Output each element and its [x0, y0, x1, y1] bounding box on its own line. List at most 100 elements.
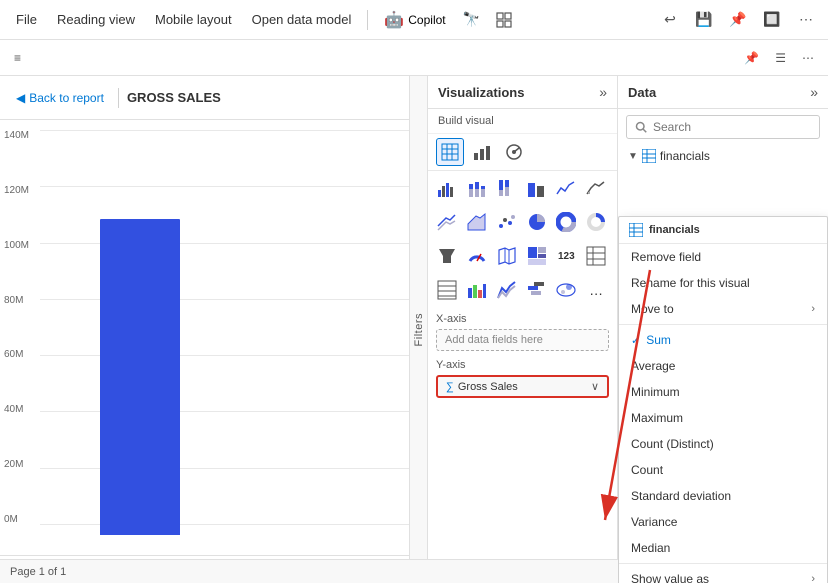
show-value-arrow-icon: › [811, 573, 815, 583]
move-to-label: Move to [631, 302, 674, 316]
context-menu-remove-field[interactable]: Remove field [619, 244, 827, 270]
context-menu-count-distinct[interactable]: Count (Distinct) [619, 431, 827, 457]
viz-grid-bar-clustered[interactable] [434, 175, 460, 201]
viz-grid-column[interactable] [524, 175, 550, 201]
viz-grid-donut[interactable] [553, 209, 579, 235]
menu-reading-view[interactable]: Reading view [49, 8, 143, 31]
viz-grid-table2[interactable] [583, 243, 609, 269]
chart-bar-gross-sales[interactable] [100, 219, 180, 535]
more-icon: ⋯ [802, 51, 814, 65]
toolbar-more[interactable]: ⋯ [796, 48, 820, 68]
toolbar-collapse[interactable]: ≡ [8, 48, 27, 68]
find-icon-btn[interactable]: 🔭 [458, 6, 486, 34]
show-value-as-label: Show value as [631, 572, 709, 583]
context-menu-count[interactable]: Count [619, 457, 827, 483]
header-divider [118, 88, 119, 108]
viz-grid-funnel[interactable] [434, 243, 460, 269]
context-menu-move-to[interactable]: Move to › [619, 296, 827, 322]
viz-grid-donut2[interactable] [583, 209, 609, 235]
viz-grid-row3: 123 [428, 239, 617, 273]
search-icon [635, 121, 647, 133]
viz-grid-map[interactable] [494, 243, 520, 269]
menu-open-data-model[interactable]: Open data model [244, 8, 360, 31]
viz-grid-map2[interactable] [553, 277, 579, 303]
median-label: Median [631, 541, 670, 555]
x-axis-section: X-axis Add data fields here [436, 313, 609, 351]
viz-collapse-btn[interactable]: » [599, 84, 607, 100]
y-axis-field-tag[interactable]: ∑ Gross Sales ∨ [436, 375, 609, 398]
context-menu-minimum[interactable]: Minimum [619, 379, 827, 405]
copilot-button[interactable]: 🤖 Copilot [376, 6, 453, 34]
y-label-20m: 20M [4, 459, 29, 470]
viz-icon-table[interactable] [436, 138, 464, 166]
viz-grid-bar-range[interactable] [524, 277, 550, 303]
toolbar-pin[interactable]: 📌 [738, 48, 765, 68]
viz-fields: X-axis Add data fields here Y-axis ∑ Gro… [428, 307, 617, 583]
viz-grid-bar-stacked[interactable] [464, 175, 490, 201]
viz-icon-analytics[interactable] [500, 138, 528, 166]
more-btn[interactable]: ⋯ [792, 6, 820, 34]
context-menu-average[interactable]: Average [619, 353, 827, 379]
save-btn[interactable]: 💾 [690, 6, 718, 34]
viz-grid-waterfall[interactable] [464, 277, 490, 303]
menu-bar: File Reading view Mobile layout Open dat… [0, 0, 828, 40]
filters-label: Filters [413, 313, 425, 346]
refresh-btn[interactable]: ↩ [656, 6, 684, 34]
report-title: GROSS SALES [127, 90, 221, 105]
viz-grid-bar-100[interactable] [494, 175, 520, 201]
y-label-60m: 60M [4, 349, 29, 360]
y-axis-chevron-icon[interactable]: ∨ [591, 380, 599, 393]
y-axis-section: Y-axis ∑ Gross Sales ∨ [436, 359, 609, 398]
context-menu-show-value-as[interactable]: Show value as › [619, 566, 827, 583]
viz-grid-more[interactable]: … [583, 277, 609, 303]
sum-label: Sum [646, 333, 671, 347]
viz-grid-number[interactable]: 123 [553, 243, 579, 269]
toolbar-sort[interactable]: ☰ [769, 48, 792, 68]
financials-row[interactable]: ▼ financials [618, 145, 828, 167]
context-menu-rename[interactable]: Rename for this visual [619, 270, 827, 296]
move-to-arrow-icon: › [811, 303, 815, 315]
context-menu-divider-2 [619, 563, 827, 564]
viz-grid-matrix[interactable] [434, 277, 460, 303]
viz-grid-gauge[interactable] [464, 243, 490, 269]
count-label: Count [631, 463, 663, 477]
search-input[interactable] [653, 120, 811, 134]
visualizations-panel: Visualizations » Build visual [428, 76, 618, 583]
count-distinct-label: Count (Distinct) [631, 437, 714, 451]
context-menu-median[interactable]: Median [619, 535, 827, 561]
viz-grid-ribbon[interactable] [494, 277, 520, 303]
remove-field-label: Remove field [631, 250, 701, 264]
menu-file[interactable]: File [8, 8, 45, 31]
pin-icon: 📌 [744, 51, 759, 65]
viz-grid-line2[interactable] [434, 209, 460, 235]
y-label-120m: 120M [4, 185, 29, 196]
copilot-label: Copilot [408, 13, 445, 27]
context-menu-sum[interactable]: ✓ Sum [619, 327, 827, 353]
viz-grid-treemap[interactable] [524, 243, 550, 269]
std-dev-label: Standard deviation [631, 489, 731, 503]
viz-icon-bar[interactable] [468, 138, 496, 166]
window-btn[interactable]: 🔲 [758, 6, 786, 34]
pin-btn[interactable]: 📌 [724, 6, 752, 34]
context-menu-maximum[interactable]: Maximum [619, 405, 827, 431]
build-visual-label: Build visual [428, 109, 617, 134]
viz-grid-line[interactable] [553, 175, 579, 201]
viz-grid-scatter[interactable] [494, 209, 520, 235]
menu-right-icons: ↩ 💾 📌 🔲 ⋯ [656, 6, 820, 34]
data-collapse-btn[interactable]: » [810, 84, 818, 100]
menu-mobile-layout[interactable]: Mobile layout [147, 8, 240, 31]
context-menu-variance[interactable]: Variance [619, 509, 827, 535]
back-button[interactable]: ◀ Back to report [10, 87, 110, 109]
viz-grid-area[interactable] [583, 175, 609, 201]
data-search-box[interactable] [626, 115, 820, 139]
variance-label: Variance [631, 515, 677, 529]
rename-label: Rename for this visual [631, 276, 750, 290]
sort-icon: ☰ [775, 51, 786, 65]
x-axis-input[interactable]: Add data fields here [436, 329, 609, 351]
context-menu-std-dev[interactable]: Standard deviation [619, 483, 827, 509]
viz-grid-area2[interactable] [464, 209, 490, 235]
viz-grid-pie[interactable] [524, 209, 550, 235]
filters-tab[interactable]: Filters [410, 76, 428, 583]
grid-icon-btn[interactable] [490, 6, 518, 34]
financials-expand-icon: ▼ [628, 151, 638, 162]
